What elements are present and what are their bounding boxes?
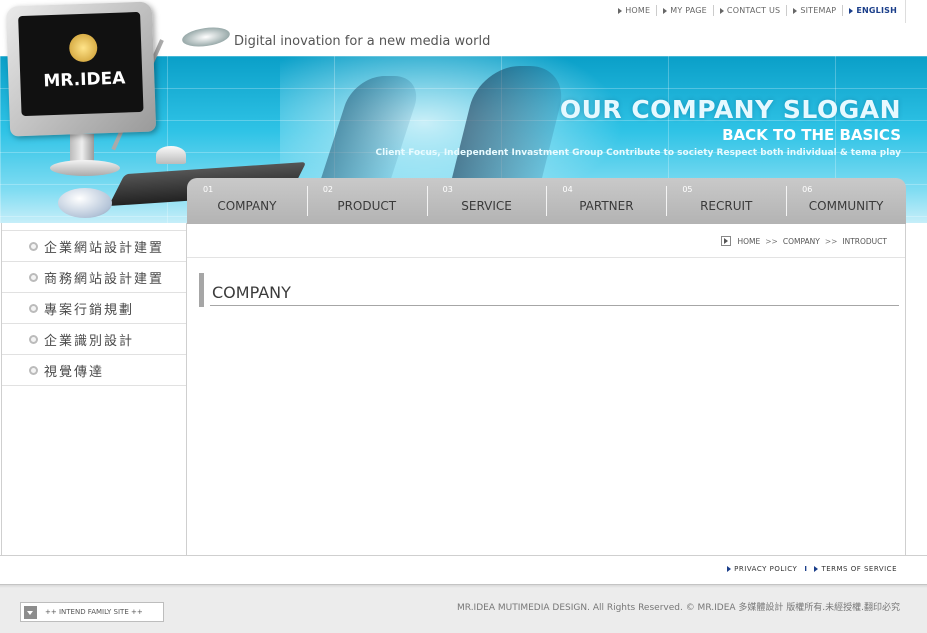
breadcrumb-home[interactable]: HOME — [737, 237, 760, 246]
dropdown-icon — [24, 605, 37, 619]
arrow-icon — [727, 566, 732, 572]
side-menu: 企業網站設計建置 商務網站設計建置 專案行銷規劃 企業識別設計 視覺傳達 — [2, 230, 186, 386]
breadcrumb-separator: >> — [765, 236, 778, 246]
arrow-box-icon — [721, 236, 732, 246]
bullet-icon — [29, 365, 38, 375]
footer-separator: I — [804, 565, 808, 573]
monitor-screen: MR.IDEA — [18, 11, 144, 117]
page-title: COMPANY — [212, 283, 291, 302]
divider — [905, 224, 906, 556]
monitor-stand-base — [50, 160, 120, 176]
lamp-base — [156, 146, 186, 164]
main-nav: 01 COMPANY 02 PRODUCT 03 SERVICE 04 PARTNER … — [187, 178, 906, 224]
slogan-description: Client Focus, Independent Invastment Gro… — [375, 148, 901, 158]
tagline: Digital inovation for a new media world — [234, 34, 491, 49]
arrow-icon — [793, 7, 798, 14]
bullet-icon — [29, 241, 38, 251]
nav-recruit[interactable]: 05 RECRUIT — [666, 178, 786, 224]
divider — [0, 555, 927, 556]
my-page-link[interactable]: MY PAGE — [656, 5, 713, 16]
family-site-select[interactable]: ++ INTEND FAMILY SITE ++ — [20, 602, 164, 622]
divider — [186, 223, 187, 556]
divider — [905, 0, 906, 23]
terms-of-service-link[interactable]: TERMS OF SERVICE — [814, 565, 897, 573]
arrow-icon — [663, 7, 668, 14]
nav-product[interactable]: 02 PRODUCT — [306, 178, 427, 224]
nav-partner[interactable]: 04 PARTNER — [546, 178, 666, 224]
breadcrumb: HOME >> COMPANY >> INTRODUCT — [721, 236, 887, 246]
english-link[interactable]: ENGLISH — [842, 5, 903, 16]
side-menu-item[interactable]: 視覺傳達 — [2, 355, 186, 386]
bullet-icon — [29, 334, 38, 344]
site-logo: MR.IDEA — [43, 68, 126, 92]
lamp-head — [180, 24, 232, 50]
sitemap-link[interactable]: SITEMAP — [786, 5, 842, 16]
nav-company[interactable]: 01 COMPANY — [187, 178, 307, 224]
side-menu-item[interactable]: 企業網站設計建置 — [2, 230, 186, 262]
breadcrumb-section[interactable]: COMPANY — [783, 237, 820, 246]
mouse-image — [58, 188, 112, 218]
nav-community[interactable]: 06 COMMUNITY — [786, 178, 906, 224]
side-menu-item[interactable]: 企業識別設計 — [2, 324, 186, 355]
top-utility-links: HOME MY PAGE CONTACT US SITEMAP ENGLISH — [612, 5, 903, 16]
breadcrumb-current: INTRODUCT — [842, 236, 887, 246]
breadcrumb-separator: >> — [824, 236, 838, 246]
slogan-title: OUR COMPANY SLOGAN — [559, 95, 901, 124]
copyright-text: MR.IDEA MUTIMEDIA DESIGN. All Rights Res… — [457, 603, 900, 613]
footer-links: PRIVACY POLICY I TERMS OF SERVICE — [727, 565, 897, 573]
title-underline — [210, 305, 899, 306]
bullet-icon — [29, 303, 38, 313]
logo-monitor[interactable]: MR.IDEA — [5, 1, 157, 137]
home-link[interactable]: HOME — [612, 5, 656, 16]
slogan-block: OUR COMPANY SLOGAN BACK TO THE BASICS Cl… — [375, 95, 901, 158]
arrow-icon — [849, 7, 854, 14]
privacy-policy-link[interactable]: PRIVACY POLICY — [727, 565, 797, 573]
arrow-icon — [814, 566, 819, 572]
logo-emblem-icon — [68, 33, 98, 63]
arrow-icon — [719, 7, 724, 14]
title-accent-bar — [199, 273, 204, 307]
side-menu-item[interactable]: 商務網站設計建置 — [2, 262, 186, 293]
bullet-icon — [29, 272, 38, 282]
contact-us-link[interactable]: CONTACT US — [712, 5, 786, 16]
slogan-subtitle: BACK TO THE BASICS — [722, 126, 901, 144]
arrow-icon — [618, 7, 623, 14]
side-menu-item[interactable]: 專案行銷規劃 — [2, 293, 186, 324]
divider — [187, 257, 905, 258]
nav-service[interactable]: 03 SERVICE — [426, 178, 547, 224]
